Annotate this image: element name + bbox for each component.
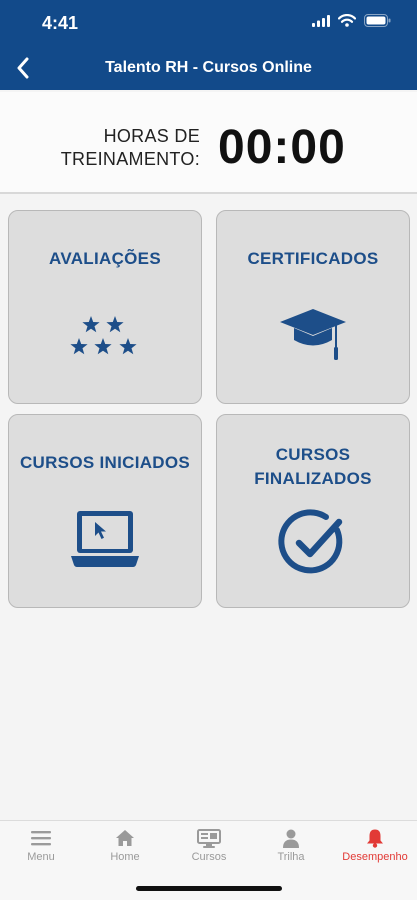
page-title: Talento RH - Cursos Online — [105, 59, 312, 76]
stars-icon — [70, 316, 137, 355]
graduation-cap-icon — [280, 309, 346, 360]
check-circle-icon — [278, 509, 343, 574]
tab-home[interactable]: Home — [85, 827, 165, 869]
battery-icon — [364, 14, 391, 27]
tab-cursos[interactable]: Cursos — [169, 827, 249, 869]
home-icon — [116, 830, 134, 846]
card-cursos-finalizados-title: CURSOS FINALIZADOS — [254, 445, 372, 488]
card-cursos-finalizados[interactable]: CURSOS FINALIZADOS — [216, 414, 410, 608]
person-icon — [283, 829, 299, 848]
card-avaliacoes-title: AVALIAÇÕES — [49, 249, 161, 268]
monitor-icon — [197, 828, 221, 848]
tab-cursos-label: Cursos — [191, 851, 227, 863]
tab-desempenho[interactable]: Desempenho — [335, 827, 415, 869]
card-certificados[interactable]: CERTIFICADOS — [216, 210, 410, 404]
training-hours-value: 00:00 — [218, 121, 346, 174]
status-icons — [312, 14, 391, 27]
status-bar: 4:41 — [0, 0, 417, 46]
tab-desempenho-label: Desempenho — [342, 851, 408, 863]
tab-home-label: Home — [110, 851, 140, 863]
signal-icon — [312, 14, 330, 27]
home-indicator — [136, 886, 282, 891]
training-hours-label: HORAS DE TREINAMENTO: — [60, 126, 200, 169]
tab-trilha[interactable]: Trilha — [251, 827, 331, 869]
wifi-icon — [338, 14, 356, 27]
menu-icon — [31, 831, 51, 846]
tab-menu-label: Menu — [27, 851, 55, 863]
training-hours-panel: HORAS DE TREINAMENTO: 00:00 — [0, 92, 417, 194]
tab-trilha-label: Trilha — [277, 851, 305, 863]
nav-bar: Talento RH - Cursos Online — [0, 46, 417, 90]
card-cursos-iniciados-title: CURSOS INICIADOS — [19, 453, 191, 472]
laptop-icon — [71, 511, 139, 567]
card-certificados-title: CERTIFICADOS — [247, 249, 379, 268]
bell-icon — [367, 829, 383, 848]
tab-menu[interactable]: Menu — [1, 827, 81, 869]
card-cursos-iniciados[interactable]: CURSOS INICIADOS — [8, 414, 202, 608]
card-avaliacoes[interactable]: AVALIAÇÕES — [8, 210, 202, 404]
status-time: 4:41 — [42, 13, 79, 33]
